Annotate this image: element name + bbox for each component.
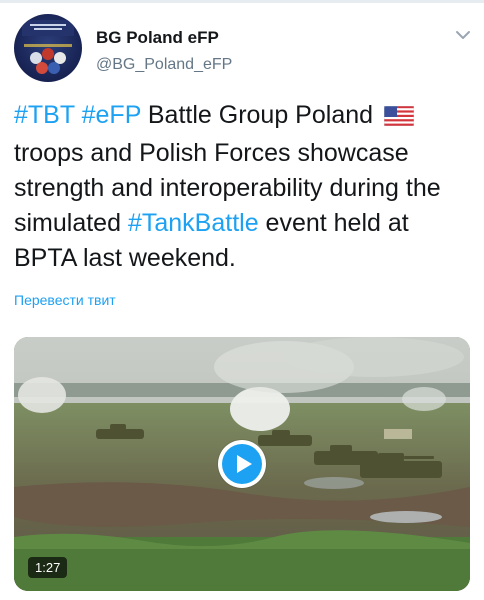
avatar[interactable] (14, 14, 82, 82)
play-icon (222, 444, 262, 484)
tweet-header: BG Poland eFP @BG_Poland_eFP (14, 14, 470, 86)
hashtag-efp[interactable]: #eFP (82, 101, 141, 129)
text-segment: Battle Group Poland (140, 101, 380, 129)
hashtag-tbt[interactable]: #TBT (14, 101, 75, 129)
video-duration: 1:27 (28, 557, 68, 578)
chevron-down-icon[interactable] (454, 28, 472, 42)
top-divider (0, 0, 484, 3)
hashtag-tankbattle[interactable]: #TankBattle (128, 209, 259, 237)
video-player[interactable]: 1:27 (14, 337, 470, 591)
author-display-name[interactable]: BG Poland eFP (96, 28, 219, 48)
tweet-text: #TBT #eFP Battle Group Poland troops and… (14, 98, 470, 276)
text-segment (75, 101, 82, 129)
author-handle[interactable]: @BG_Poland_eFP (96, 56, 232, 74)
play-button[interactable] (218, 440, 266, 488)
us-flag-icon (383, 101, 415, 136)
translate-tweet-link[interactable]: Перевести твит (14, 292, 116, 308)
